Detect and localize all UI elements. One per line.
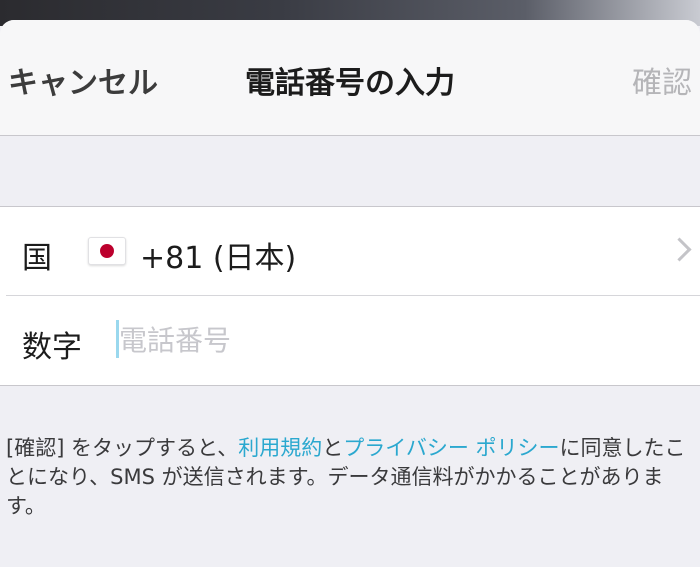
- notice-text-middle: と: [322, 436, 344, 460]
- phone-number-input[interactable]: [116, 318, 679, 362]
- country-selector-row[interactable]: 国 +81 (日本): [0, 207, 700, 295]
- country-code-value: +81 (日本): [140, 241, 297, 276]
- phone-number-label: 数字: [22, 330, 82, 365]
- confirm-button[interactable]: 確認: [632, 58, 692, 102]
- chevron-right-icon: [667, 237, 692, 262]
- phone-number-row: 数字: [0, 296, 700, 384]
- navigation-bar: キャンセル 電話番号の入力 確認: [0, 20, 700, 136]
- japan-flag-icon: [88, 237, 126, 265]
- phone-form: 国 +81 (日本) 数字: [0, 206, 700, 386]
- country-label: 国: [22, 241, 52, 276]
- flag-sun-disc: [100, 244, 114, 258]
- page-title: 電話番号の入力: [245, 66, 455, 101]
- terms-of-service-link[interactable]: 利用規約: [238, 436, 322, 460]
- sms-consent-notice: [確認] をタップすると、利用規約とプライバシー ポリシーに同意したことになり、…: [6, 434, 690, 521]
- phone-entry-sheet: キャンセル 電話番号の入力 確認 国 +81 (日本) 数字 [確認] をタップ…: [0, 20, 700, 567]
- notice-text-before: [確認] をタップすると、: [6, 436, 239, 460]
- privacy-policy-link[interactable]: プライバシー ポリシー: [343, 436, 559, 460]
